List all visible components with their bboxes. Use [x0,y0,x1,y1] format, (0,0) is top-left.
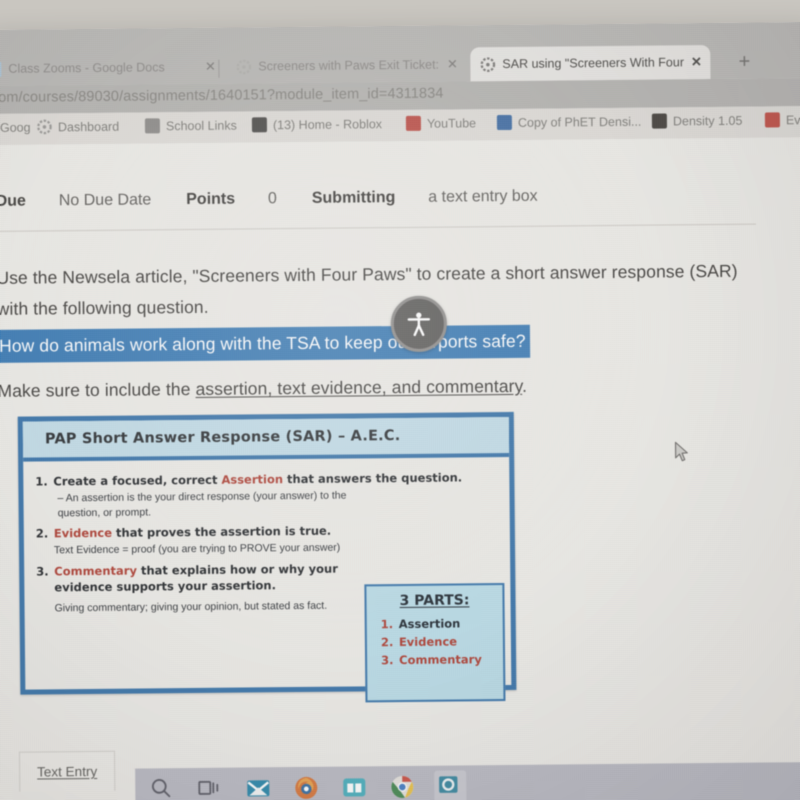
canvas-icon [37,119,52,135]
due-value: No Due Date [58,191,152,210]
task-view-icon[interactable] [197,776,223,800]
sar-item-1: 1. Create a focused, correct Assertion t… [31,469,503,490]
assignment-meta: Due No Due Date Points 0 Submitting a te… [0,188,538,211]
bookmark-youtube[interactable]: YouTube [405,115,477,131]
roblox-icon [251,117,268,133]
sar-item-3-text: Commentary that explains how or why your… [54,560,362,595]
edpuzzle-icon [764,112,780,128]
bookmark-density-105[interactable]: Density 1.05 [651,113,743,129]
youtube-icon [405,115,422,131]
instruction-suffix: . [522,375,528,396]
sar-item-3-number: 3. [36,564,49,579]
instruction-line: Make sure to include the assertion, text… [0,371,527,407]
browser-tab-1-label: Class Zooms - Google Docs [8,60,165,76]
sar-item-1-text: Create a focused, correct Assertion that… [53,469,503,489]
three-parts-box: 3 PARTS: 1. Assertion 2. Evidence 3. Com… [364,583,506,703]
submitting-value: a text entry box [428,187,538,206]
mouse-cursor [674,441,690,468]
three-parts-item-2: 2. Evidence [367,632,503,651]
presentation-icon [651,113,667,129]
bookmark-edpuzzle[interactable]: Ev [764,112,800,128]
bookmark-school-links[interactable]: School Links [144,118,237,134]
three-parts-item-2-number: 2. [380,635,394,650]
sar-item-2: 2. Evidence that proves the assertion is… [32,521,504,542]
three-parts-item-1: 1. Assertion [367,614,503,633]
bookmark-edpuzzle-label: Ev [785,112,800,127]
tab-separator [218,59,220,78]
browser-tab-2-label: Screeners with Paws Exit Ticket: V [258,57,441,74]
bookmark-roblox-label: (13) Home - Roblox [272,116,383,132]
submitting-label: Submitting [311,189,396,207]
three-parts-item-3-label: Commentary [399,652,482,668]
sar-slide-body: 1. Create a focused, correct Assertion t… [23,461,511,703]
bookmark-youtube-label: YouTube [426,115,477,131]
chrome-icon[interactable] [389,774,415,800]
sar-item-1-after: that answers the question. [282,470,463,487]
highlighted-question: How do animals work along with the TSA t… [0,324,530,363]
bookmark-phet-density-label: Copy of PhET Densi... [517,114,642,130]
sar-item-1-before: Create a focused, correct [53,472,222,489]
accessibility-person-icon[interactable] [390,295,448,353]
mail-icon[interactable] [245,775,271,800]
close-icon[interactable]: ✕ [202,59,218,75]
three-parts-item-3: 3. Commentary [367,650,503,669]
browser-tab-3-label: SAR using "Screeners With Four P [502,55,685,72]
close-icon[interactable]: ✕ [688,54,704,70]
tab-text-entry[interactable]: Text Entry [18,750,116,792]
sar-slide-inner: PAP Short Answer Response (SAR) – A.E.C.… [22,416,512,703]
windows-taskbar [133,761,800,800]
bookmark-goog[interactable]: Goog [0,120,31,135]
browser-tab-2[interactable]: Screeners with Paws Exit Ticket: V ✕ [226,47,467,84]
bookmark-density-105-label: Density 1.05 [672,113,743,128]
tab-text-entry-label: Text Entry [37,763,98,780]
folder-icon [144,118,161,134]
sar-item-2-text: Evidence that proves the assertion is tr… [54,521,504,541]
instruction-underlined: assertion, text evidence, and commentary [195,375,523,399]
bookmark-roblox[interactable]: (13) Home - Roblox [251,116,383,133]
outlook-icon[interactable] [434,770,467,800]
bookmark-goog-label: Goog [0,120,31,135]
sar-item-1-sub: – An assertion is the your direct respon… [57,489,347,520]
screen-photo: Class Zooms - Google Docs ✕ Screeners wi… [0,0,800,800]
divider [0,223,756,232]
sar-item-2-sub: Text Evidence = proof (you are trying to… [53,541,341,557]
bookmark-dashboard[interactable]: Dashboard [37,119,119,135]
due-label: Due [0,192,26,210]
points-label: Points [186,190,236,209]
search-icon[interactable] [149,776,175,800]
sar-item-2-number: 2. [35,526,49,541]
sar-item-3-sub: Giving commentary; giving your opinion, … [54,599,328,615]
canvas-icon [480,56,496,72]
sar-item-1-keyword: Assertion [221,472,284,487]
sar-slide-image: PAP Short Answer Response (SAR) – A.E.C.… [17,411,517,703]
new-tab-button[interactable]: + [734,51,754,73]
bookmark-phet-density[interactable]: Copy of PhET Densi... [496,114,642,131]
sar-slide-title: PAP Short Answer Response (SAR) – A.E.C. [44,428,401,448]
google-docs-icon [0,61,2,77]
sar-item-1-number: 1. [35,474,48,489]
sar-item-3-keyword: Commentary [54,563,138,579]
three-parts-item-1-number: 1. [380,617,394,632]
three-parts-item-2-label: Evidence [398,634,458,650]
points-value: 0 [267,190,277,208]
browser-window: Class Zooms - Google Docs ✕ Screeners wi… [0,22,800,800]
three-parts-item-3-number: 3. [381,653,394,668]
browser-tab-3[interactable]: SAR using "Screeners With Four P ✕ [470,45,711,82]
google-docs-icon [496,114,513,131]
three-parts-heading: 3 PARTS: [399,592,470,610]
browser-tab-1[interactable]: Class Zooms - Google Docs ✕ [0,49,225,87]
firefox-icon[interactable] [293,775,319,800]
canvas-icon [236,59,252,74]
sar-slide-title-bar: PAP Short Answer Response (SAR) – A.E.C. [22,416,510,462]
three-parts-item-1-label: Assertion [398,616,461,632]
instruction-prefix: Make sure to include the [0,378,196,401]
bookmark-school-links-label: School Links [165,118,237,133]
bookmark-dashboard-label: Dashboard [57,119,120,134]
sar-item-3: 3. Commentary that explains how or why y… [32,560,362,595]
sar-item-2-after: that proves the assertion is true. [111,523,332,540]
messaging-icon[interactable] [341,774,367,800]
assignment-page: Due No Due Date Points 0 Submitting a te… [0,137,800,800]
sar-item-2-keyword: Evidence [53,525,113,541]
close-icon[interactable]: ✕ [444,56,460,72]
